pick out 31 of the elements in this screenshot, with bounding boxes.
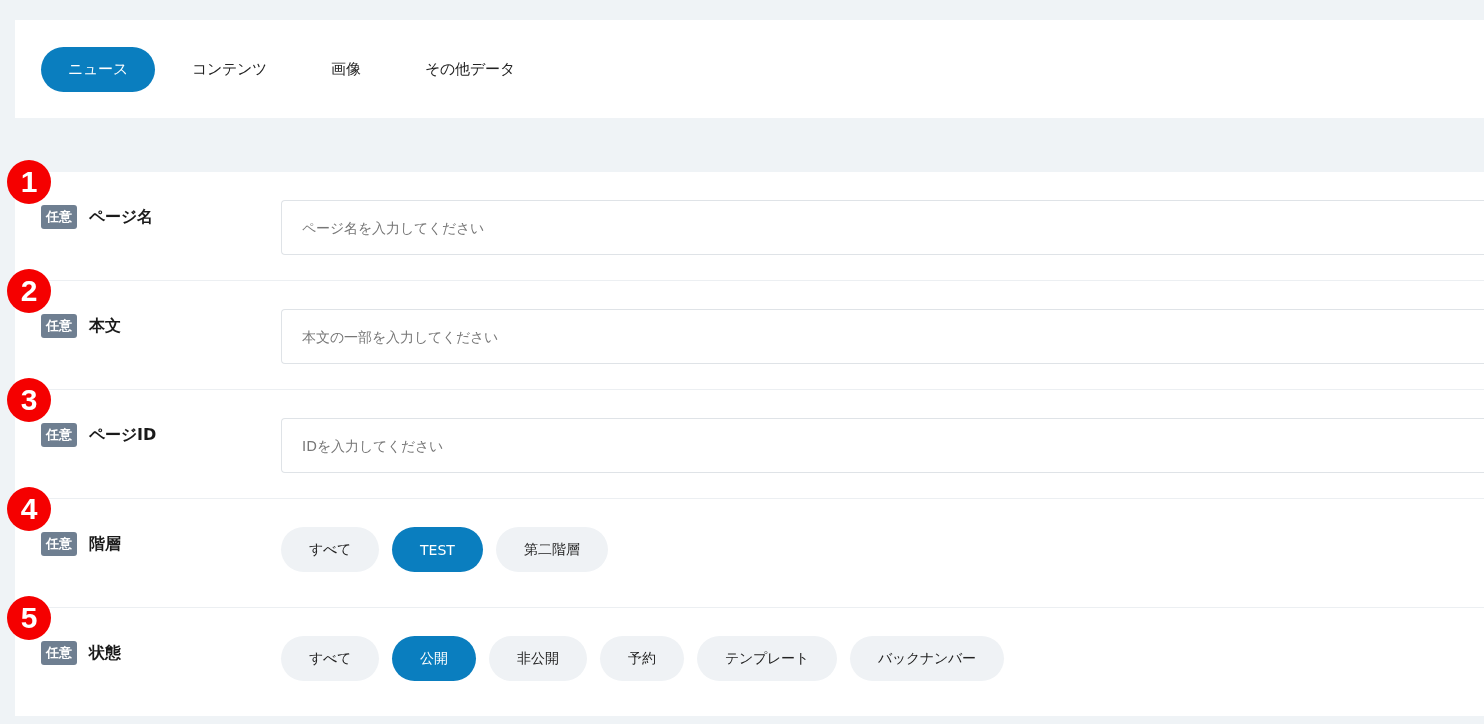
optional-badge: 任意 [41,532,77,556]
filter-chip[interactable]: バックナンバー [850,636,1004,681]
field-label: 階層 [89,533,121,555]
filter-chip[interactable]: 非公開 [489,636,587,681]
field-label: 状態 [89,642,121,664]
category-tab[interactable]: コンテンツ [165,46,294,92]
number-callout: 1 [7,160,51,204]
number-callout: 5 [7,596,51,640]
optional-badge: 任意 [41,641,77,665]
input-field[interactable]: ページ名を入力してください [281,200,1484,255]
optional-badge: 任意 [41,205,77,229]
filter-chip[interactable]: 予約 [600,636,684,681]
input-field[interactable]: 本文の一部を入力してください [281,309,1484,364]
category-tab[interactable]: その他データ [398,46,542,92]
number-callout: 2 [7,269,51,313]
category-tab[interactable]: 画像 [304,46,388,92]
number-callout: 4 [7,487,51,531]
filter-chip[interactable]: 公開 [392,636,476,681]
field-label: ページ名 [89,206,153,228]
filter-chip[interactable]: すべて [281,636,379,681]
filter-chip[interactable]: すべて [281,527,379,572]
number-callout: 3 [7,378,51,422]
field-label: ページID [89,424,157,446]
optional-badge: 任意 [41,314,77,338]
optional-badge: 任意 [41,423,77,447]
filter-chip[interactable]: TEST [392,527,483,572]
field-label: 本文 [89,315,121,337]
category-tab[interactable]: ニュース [41,46,155,92]
filter-chip[interactable]: 第二階層 [495,527,608,572]
input-field[interactable]: IDを入力してください [281,418,1484,473]
filter-chip[interactable]: テンプレート [697,636,837,681]
